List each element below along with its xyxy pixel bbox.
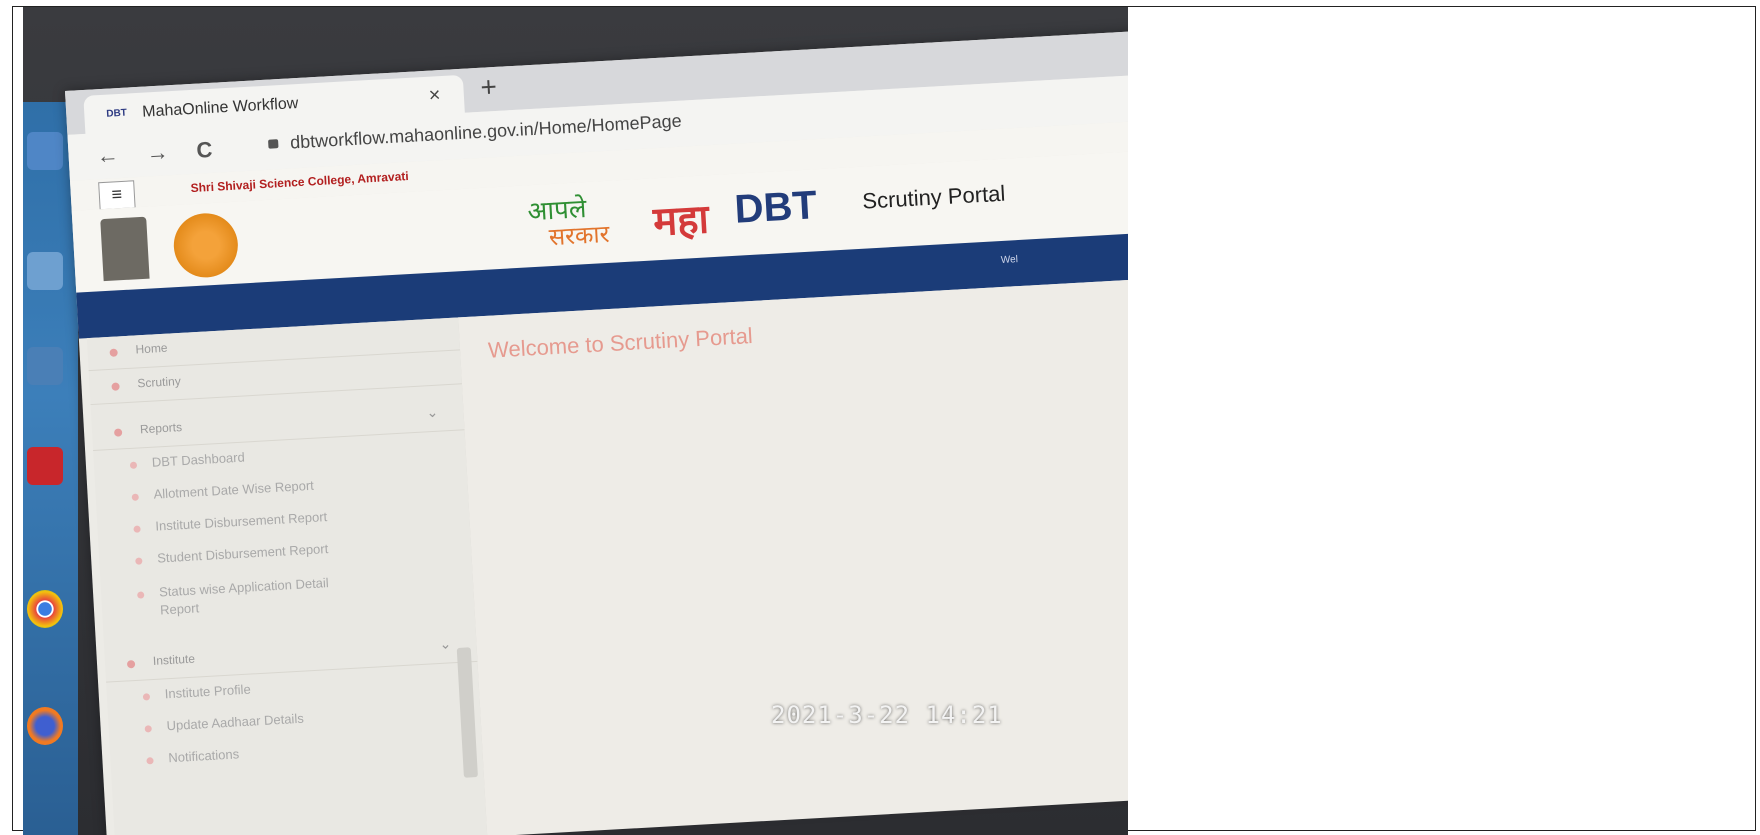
sidebar-subitem-label: Student Disbursement Report xyxy=(156,541,329,566)
sidebar-subitem-notifications[interactable]: Notifications xyxy=(146,746,240,766)
portal-title: Scrutiny Portal xyxy=(861,180,1006,214)
national-emblem-icon xyxy=(100,216,150,282)
desktop-app-icon[interactable] xyxy=(27,132,63,170)
bullet-icon xyxy=(146,757,154,765)
photo-timestamp: 2021-3-22 14:21 xyxy=(771,701,1003,729)
forward-arrow-icon[interactable]: → xyxy=(146,139,169,166)
bullet-icon xyxy=(126,659,136,669)
sidebar-scrollbar[interactable] xyxy=(456,647,478,778)
sidebar-item-reports[interactable]: Reports ⌄ xyxy=(91,397,465,451)
sidebar-subitem-student-disbursement[interactable]: Student Disbursement Report xyxy=(135,541,329,566)
aaple-sarkar-logo-sub: सरकार xyxy=(548,220,611,252)
sidebar-item-label: Institute xyxy=(152,651,196,668)
college-name: Shri Shivaji Science College, Amravati xyxy=(190,168,409,196)
bullet-icon xyxy=(133,525,141,533)
sidebar-subitem-label: Institute Profile xyxy=(164,681,252,702)
sidebar-subitem-label: Update Aadhaar Details xyxy=(166,710,305,734)
desktop-app-icon[interactable] xyxy=(27,252,63,290)
sidebar-subitem-label: Notifications xyxy=(167,746,240,766)
bullet-icon xyxy=(129,461,138,469)
chevron-down-icon: ⌄ xyxy=(426,403,439,421)
bullet-icon xyxy=(131,493,139,501)
lock-icon xyxy=(268,139,279,149)
sidebar-item-label: Reports xyxy=(139,420,183,437)
sidebar-subitem-allotment-report[interactable]: Allotment Date Wise Report xyxy=(131,477,315,502)
bullet-icon xyxy=(142,693,151,701)
reload-icon[interactable]: C xyxy=(196,137,213,164)
sidebar-subitem-institute-profile[interactable]: Institute Profile xyxy=(142,681,252,702)
sidebar-subitem-label: Status wise Application Detail xyxy=(158,575,330,600)
monitor-photo: DBT MahaOnline Workflow × + ← → C dbtwor… xyxy=(23,7,1128,835)
chrome-icon[interactable] xyxy=(27,590,63,628)
sidebar-item-institute[interactable]: Institute ⌄ xyxy=(104,628,478,683)
welcome-user-text: Wel xyxy=(1000,254,1019,267)
page-title: Welcome to Scrutiny Portal xyxy=(487,323,754,363)
desktop-background xyxy=(23,102,78,835)
bullet-icon xyxy=(113,428,123,437)
hamburger-menu-icon[interactable]: ≡ xyxy=(98,180,136,211)
mahadbt-logo-dbt: DBT xyxy=(733,183,818,232)
sidebar-subitem-update-aadhaar[interactable]: Update Aadhaar Details xyxy=(144,710,305,734)
sidebar-item-label: Scrutiny xyxy=(137,374,182,391)
sidebar-subitem-label: DBT Dashboard xyxy=(151,449,246,470)
chevron-down-icon: ⌄ xyxy=(439,635,452,652)
main-content: Welcome to Scrutiny Portal xyxy=(458,276,1128,835)
maharashtra-seal-icon xyxy=(172,211,240,280)
sidebar: Home Scrutiny Reports ⌄ DBT Dashboard Al… xyxy=(86,317,489,835)
desktop-app-icon[interactable] xyxy=(27,347,63,385)
sidebar-subitem-status-wise-report[interactable]: Status wise Application Detail xyxy=(137,575,330,600)
close-icon[interactable]: × xyxy=(428,84,441,108)
sidebar-subitem-label: Allotment Date Wise Report xyxy=(153,477,315,502)
new-tab-button[interactable]: + xyxy=(480,71,498,104)
sidebar-item-label: Home xyxy=(135,340,168,357)
sidebar-subitem-status-wise-report-cont[interactable]: Report xyxy=(160,600,200,617)
dbt-favicon-icon: DBT xyxy=(106,107,128,120)
bullet-icon xyxy=(111,382,120,391)
bullet-icon xyxy=(144,725,152,733)
mahadbt-logo-maha: महा xyxy=(652,197,710,245)
back-arrow-icon[interactable]: ← xyxy=(96,142,119,169)
sidebar-subitem-dbt-dashboard[interactable]: DBT Dashboard xyxy=(129,449,246,470)
tab-title: MahaOnline Workflow xyxy=(141,95,299,121)
pdf-reader-icon[interactable] xyxy=(27,447,63,485)
bullet-icon xyxy=(137,591,145,599)
sidebar-subitem-label: Institute Disbursement Report xyxy=(155,509,328,534)
sidebar-subitem-label: Report xyxy=(159,600,200,618)
bullet-icon xyxy=(109,348,118,357)
bullet-icon xyxy=(135,557,143,565)
sidebar-subitem-institute-disbursement[interactable]: Institute Disbursement Report xyxy=(133,509,328,534)
firefox-icon[interactable] xyxy=(27,707,63,745)
